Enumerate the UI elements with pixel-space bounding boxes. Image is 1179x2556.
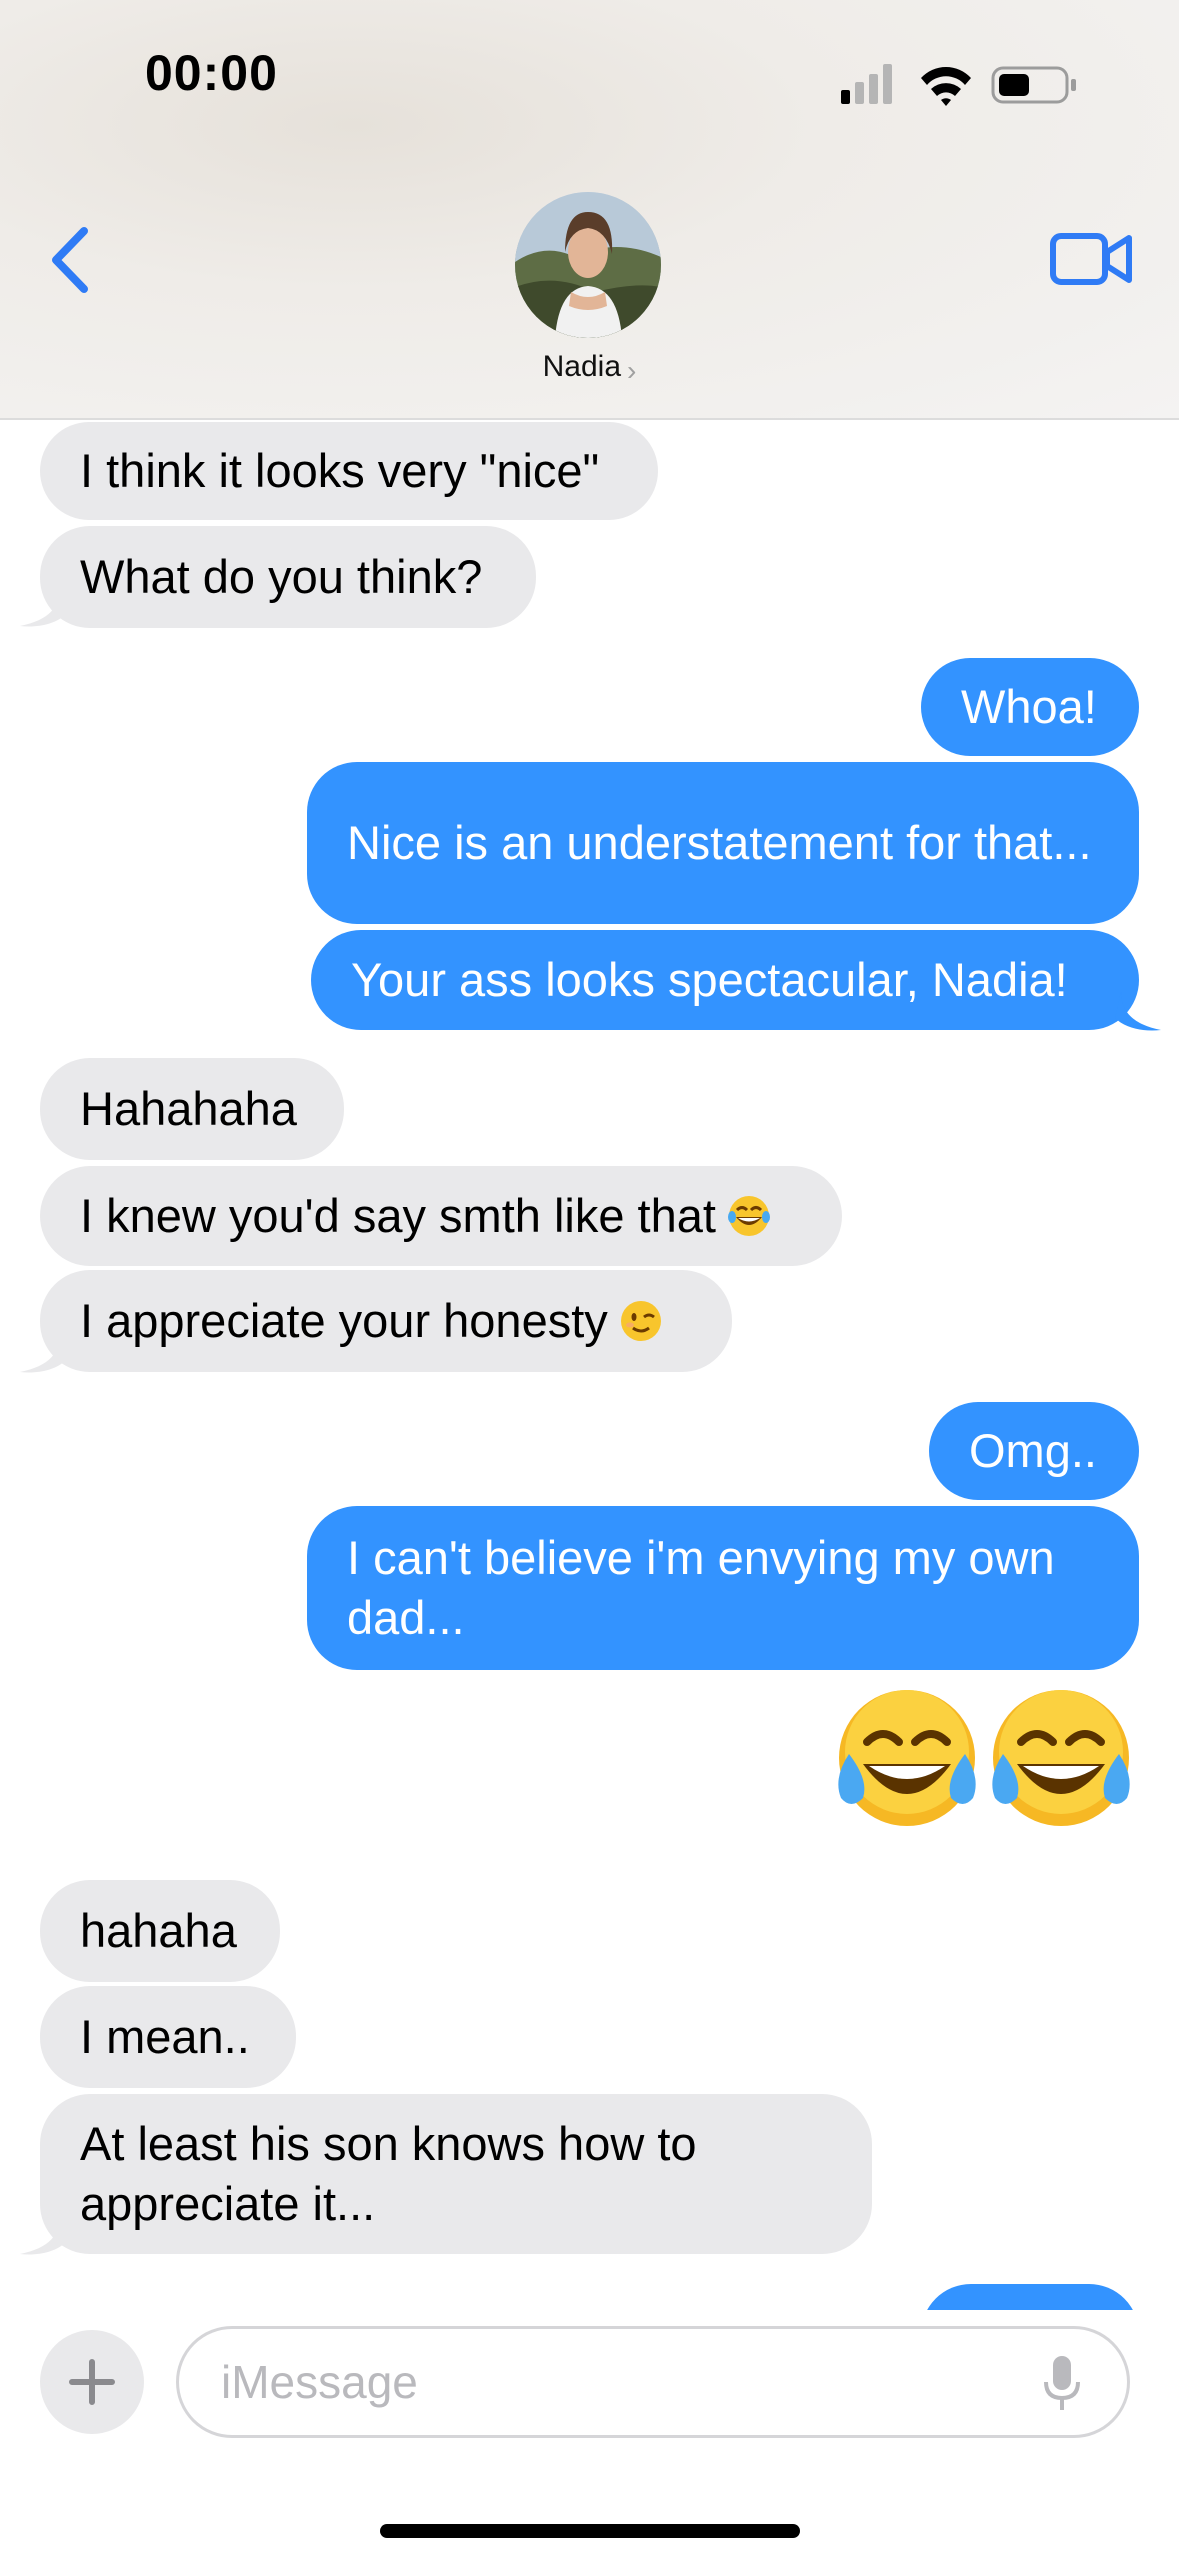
received-message[interactable]: Hahahaha [40,1058,344,1160]
contact-name-button[interactable]: Nadia › [0,350,1179,387]
microphone-icon[interactable] [1042,2354,1082,2414]
apps-plus-button[interactable] [40,2330,144,2434]
message-text: I knew you'd say smth like that [80,1189,716,1242]
sent-message[interactable]: Whoa! [921,658,1139,756]
contact-name: Nadia [542,350,622,383]
bubble-tail [1115,992,1161,1031]
received-message[interactable]: hahaha [40,1880,280,1982]
received-message[interactable]: I knew you'd say smth like that [40,1166,842,1266]
message-text: Nice is an understatement for that... [347,816,1092,869]
chevron-right-icon: › [627,355,637,386]
plus-icon [69,2359,115,2405]
message-text: Omg.. [969,1424,1097,1477]
message-text: At least his son knows how to appreciate… [80,2117,697,2230]
message-text: I appreciate your honesty [80,1294,608,1347]
status-time: 00:00 [145,45,278,101]
video-call-icon [1050,233,1132,285]
imessage-input[interactable] [176,2326,1130,2438]
message-text: What do you think? [80,550,483,603]
home-indicator[interactable] [380,2524,800,2538]
message-text: hahaha [80,1904,237,1957]
sent-message[interactable]: Your ass looks spectacular, Nadia! [311,930,1139,1030]
sent-message[interactable]: I can't believe i'm envying my own dad..… [307,1506,1139,1670]
sent-message[interactable]: Omg.. [929,1402,1139,1500]
wifi-icon [921,67,971,106]
bubble-tail [20,588,66,627]
avatar-photo [515,192,661,338]
cellular-signal-icon [841,64,892,104]
contact-avatar[interactable] [515,192,661,338]
tears-of-joy-emoji-icon[interactable] [829,1684,1139,1830]
conversation-header: 00:00 Nadia › [0,0,1179,420]
sent-message-partial[interactable] [921,2284,1139,2310]
video-call-button[interactable] [1049,226,1133,292]
sent-message[interactable]: Nice is an understatement for that... [307,762,1139,924]
message-text: I mean.. [80,2010,250,2063]
back-chevron-icon [52,227,88,293]
battery-icon [991,66,1076,104]
message-text: I can't believe i'm envying my own dad..… [347,1531,1055,1644]
message-text: Your ass looks spectacular, Nadia! [351,953,1068,1006]
message-text: Hahahaha [80,1082,297,1135]
received-message[interactable]: At least his son knows how to appreciate… [40,2094,872,2254]
back-button[interactable] [40,220,100,300]
message-text: I think it looks very "nice" [80,444,600,497]
wink-emoji-icon [620,1301,661,1341]
received-message[interactable]: I appreciate your honesty [40,1270,732,1372]
received-message[interactable]: I mean.. [40,1986,296,2088]
received-message[interactable]: I think it looks very "nice" [40,422,658,520]
received-message[interactable]: What do you think? [40,526,536,628]
message-text: Whoa! [961,680,1097,733]
message-composer [0,2310,1179,2556]
bubble-tail [20,2216,66,2255]
status-icons [841,64,1076,106]
tears-of-joy-emoji-icon [727,1196,770,1236]
bubble-tail [20,1334,66,1373]
